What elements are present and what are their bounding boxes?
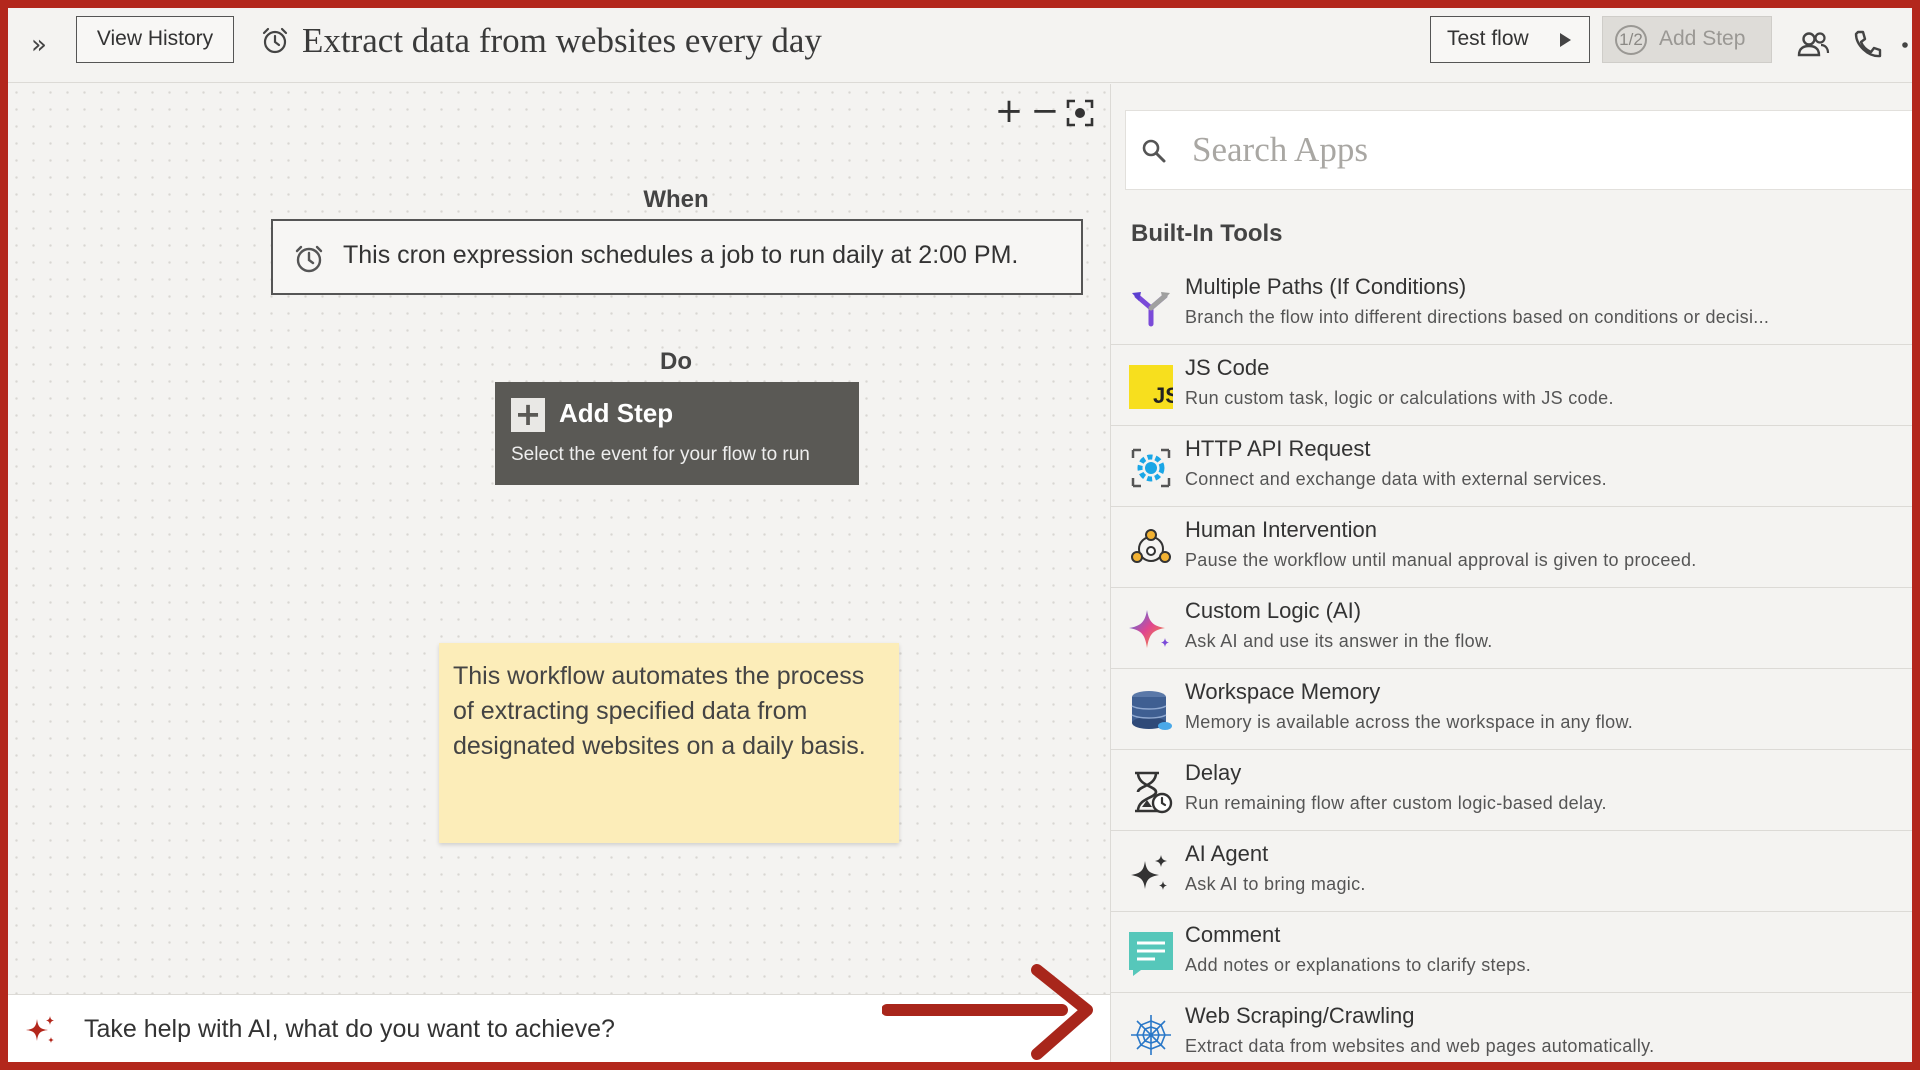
tool-description: Ask AI to bring magic. [1185, 874, 1366, 894]
add-step-button[interactable]: 1/2 Add Step [1602, 16, 1772, 63]
tool-workspace-memory[interactable]: Workspace Memory Memory is available acr… [1111, 669, 1920, 750]
tool-ai-agent[interactable]: AI Agent Ask AI to bring magic. [1111, 831, 1920, 912]
tool-description: Branch the flow into different direction… [1185, 307, 1770, 327]
people-network-icon [1131, 529, 1171, 563]
branch-icon [1132, 292, 1170, 327]
add-step-label: Add Step [1659, 27, 1746, 50]
trigger-description: This cron expression schedules a job to … [343, 241, 1019, 269]
annotation-arrow-icon [882, 964, 1093, 1060]
api-gear-icon [1131, 448, 1171, 488]
tool-description: Extract data from websites and web pages… [1185, 1036, 1655, 1056]
phone-icon[interactable] [1850, 28, 1884, 62]
tool-name: Custom Logic (AI) [1185, 598, 1362, 623]
comment-icon [1129, 932, 1173, 976]
tool-description: Run remaining flow after custom logic-ba… [1185, 793, 1607, 813]
tool-name: Delay [1185, 760, 1242, 785]
tool-comment[interactable]: Comment Add notes or explanations to cla… [1111, 912, 1920, 993]
test-flow-label: Test flow [1447, 27, 1529, 50]
tool-name: AI Agent [1185, 841, 1269, 866]
spider-web-icon [1131, 1015, 1171, 1055]
view-history-button[interactable]: View History [76, 16, 234, 63]
test-flow-button[interactable]: Test flow [1430, 16, 1590, 63]
add-step-card[interactable]: + Add Step Select the event for your flo… [495, 382, 859, 485]
fit-view-icon[interactable] [1065, 98, 1095, 128]
step-count-badge: 1/2 [1615, 25, 1647, 55]
tool-description: Ask AI and use its answer in the flow. [1185, 631, 1493, 651]
zoom-in-icon[interactable]: + [993, 94, 1025, 128]
tool-delay[interactable]: Delay Run remaining flow after custom lo… [1111, 750, 1920, 831]
zoom-out-icon[interactable]: − [1029, 94, 1061, 128]
database-icon [1131, 691, 1172, 730]
ai-star-icon [1129, 610, 1169, 648]
built-in-tools-title: Built-In Tools [1131, 220, 1283, 247]
ai-sparkle-icon [26, 1016, 54, 1043]
search-box[interactable] [1125, 110, 1920, 190]
expand-sidebar-icon[interactable]: » [24, 30, 54, 60]
alarm-clock-icon [295, 245, 323, 273]
trigger-card[interactable]: This cron expression schedules a job to … [271, 219, 1083, 295]
add-step-card-title: Add Step [559, 398, 674, 428]
users-icon[interactable] [1796, 28, 1830, 62]
tool-name: Human Intervention [1185, 517, 1377, 542]
tool-description: Connect and exchange data with external … [1185, 469, 1607, 489]
tool-http-api-request[interactable]: HTTP API Request Connect and exchange da… [1111, 426, 1920, 507]
js-icon: JS [1129, 365, 1173, 409]
tool-name: HTTP API Request [1185, 436, 1371, 461]
sticky-note[interactable]: This workflow automates the process of e… [439, 643, 899, 843]
tool-multiple-paths[interactable]: Multiple Paths (If Conditions) Branch th… [1111, 264, 1920, 345]
sparkles-icon [1131, 855, 1167, 890]
tool-name: Multiple Paths (If Conditions) [1185, 274, 1467, 299]
tool-custom-logic-ai[interactable]: Custom Logic (AI) Ask AI and use its ans… [1111, 588, 1920, 669]
tool-description: Pause the workflow until manual approval… [1185, 550, 1697, 570]
search-apps-input[interactable] [1192, 125, 1892, 175]
when-label: When [643, 186, 709, 213]
svg-text:JS: JS [1153, 383, 1173, 408]
add-step-card-subtitle: Select the event for your flow to run [511, 444, 810, 465]
search-icon [1142, 139, 1166, 163]
tool-name: JS Code [1185, 355, 1270, 380]
do-label: Do [660, 348, 692, 375]
flow-canvas[interactable]: + − When This cron expression schedules … [8, 84, 1110, 994]
plus-icon: + [511, 398, 545, 432]
top-bar: » View History Extract data from website… [8, 8, 1912, 83]
flow-title[interactable]: Extract data from websites every day [302, 20, 822, 62]
ai-help-prompt: Take help with AI, what do you want to a… [84, 1015, 615, 1043]
tool-name: Web Scraping/Crawling [1185, 1003, 1415, 1028]
tool-name: Workspace Memory [1185, 679, 1381, 704]
alarm-clock-icon [262, 27, 288, 54]
tool-description: Memory is available across the workspace… [1185, 712, 1634, 732]
tool-description: Add notes or explanations to clarify ste… [1185, 955, 1532, 975]
hourglass-icon [1135, 771, 1173, 814]
tool-js-code[interactable]: JS JS Code Run custom task, logic or cal… [1111, 345, 1920, 426]
tool-description: Run custom task, logic or calculations w… [1185, 388, 1614, 408]
tool-human-intervention[interactable]: Human Intervention Pause the workflow un… [1111, 507, 1920, 588]
tools-list: Multiple Paths (If Conditions) Branch th… [1111, 264, 1920, 1070]
apps-panel: Built-In Tools Multiple Paths (If Condit… [1110, 84, 1920, 1070]
tool-web-scraping-crawling[interactable]: Web Scraping/Crawling Extract data from … [1111, 993, 1920, 1070]
play-icon [1560, 33, 1571, 47]
tool-name: Comment [1185, 922, 1281, 947]
more-options-icon[interactable] [1898, 28, 1912, 62]
